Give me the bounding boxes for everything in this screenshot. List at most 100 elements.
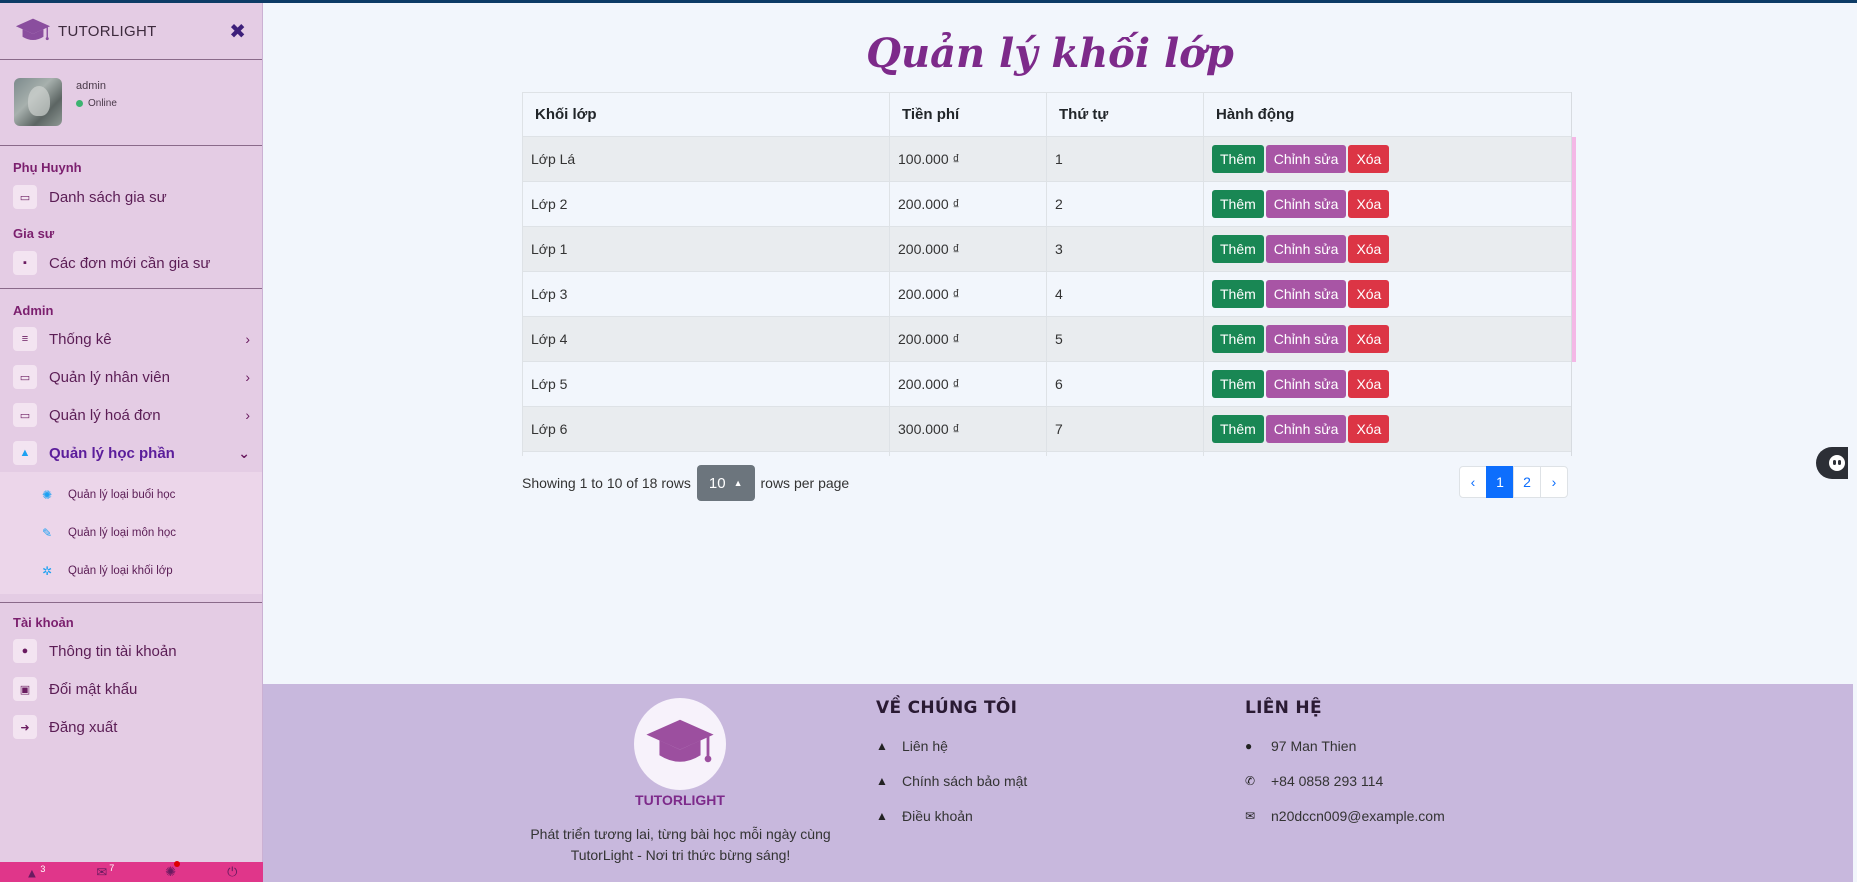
footer-address: ● 97 Man Thien bbox=[1245, 728, 1445, 763]
sidebar-item-doi-mat-khau[interactable]: ▣ Đổi mật khẩu bbox=[0, 670, 262, 708]
column-header-khoi-lop[interactable]: Khối lớp bbox=[522, 92, 890, 137]
cell-tien-phi: 100.000 ₫ bbox=[889, 136, 1047, 182]
page-next-button[interactable]: › bbox=[1540, 466, 1568, 498]
sidebar-item-danh-sach-gia-su[interactable]: ▭ Danh sách gia sư bbox=[0, 178, 262, 216]
sidebar-item-don-moi[interactable]: ▪ Các đơn mới cần gia sư bbox=[0, 244, 262, 282]
cell-actions: Thêm Chỉnh sửa Xóa bbox=[1203, 316, 1571, 362]
footer-contact: LIÊN HỆ ● 97 Man Thien ✆ +84 0858 293 114 … bbox=[1245, 698, 1445, 833]
cell-khoi-lop: Lớp 6 bbox=[522, 406, 890, 452]
edit-button[interactable]: Chỉnh sửa bbox=[1265, 145, 1347, 173]
submenu-item-loai-buoi-hoc[interactable]: ✺ Quản lý loại buổi học bbox=[0, 476, 262, 514]
delete-button[interactable]: Xóa bbox=[1348, 325, 1390, 353]
cell-thu-tu: 5 bbox=[1046, 316, 1204, 362]
rows-per-page-value: 10 bbox=[708, 474, 726, 492]
user-name: admin bbox=[76, 80, 106, 92]
cell-thu-tu: 2 bbox=[1046, 181, 1204, 227]
cell-actions: Thêm Chỉnh sửa Xóa bbox=[1203, 406, 1571, 452]
column-header-thu-tu[interactable]: Thứ tự bbox=[1046, 92, 1204, 137]
footer-link-chinh-sach[interactable]: ▲ Chính sách bảo mật bbox=[876, 763, 1027, 798]
table-row: Lớp 4 200.000 ₫ 5 Thêm Chỉnh sửa Xóa bbox=[522, 316, 1571, 362]
footer-email[interactable]: ✉ n20dccn009@example.com bbox=[1245, 798, 1445, 833]
delete-button[interactable]: Xóa bbox=[1348, 235, 1390, 263]
cell-tien-phi: 200.000 ₫ bbox=[889, 361, 1047, 407]
sidebar-item-quan-ly-hoc-phan[interactable]: ▲ Quản lý học phần ⌄ bbox=[0, 434, 262, 472]
cell-actions: Thêm Chỉnh sửa Xóa bbox=[1203, 361, 1571, 407]
user-status-label: Online bbox=[88, 98, 117, 109]
cell-tien-phi: 200.000 ₫ bbox=[889, 316, 1047, 362]
section-tai-khoan: Tài khoản bbox=[13, 615, 74, 630]
submenu-item-loai-khoi-lop[interactable]: ✲ Quản lý loại khối lớp bbox=[0, 552, 262, 590]
envelope-icon[interactable]: ✉ 7 bbox=[96, 863, 114, 880]
column-header-hanh-dong: Hành động bbox=[1203, 92, 1571, 137]
sidebar-bottom-bar: ▲ 3 ✉ 7 ✺ ⏻ bbox=[0, 861, 263, 882]
sidebar-item-label: Đăng xuất bbox=[49, 718, 118, 736]
edit-button[interactable]: Chỉnh sửa bbox=[1265, 370, 1347, 398]
footer-brand: TUTORLIGHT bbox=[635, 792, 725, 808]
edit-button[interactable]: Chỉnh sửa bbox=[1265, 280, 1347, 308]
footer-slogan-line2: TutorLight - Nơi tri thức bừng sáng! bbox=[570, 847, 791, 863]
add-button[interactable]: Thêm bbox=[1212, 415, 1264, 443]
add-button[interactable]: Thêm bbox=[1212, 235, 1264, 263]
sidebar-item-label: Thông tin tài khoản bbox=[49, 642, 177, 660]
calendar-icon: ▪ bbox=[13, 251, 37, 275]
bell-icon[interactable]: ▲ 3 bbox=[25, 864, 45, 880]
add-button[interactable]: Thêm bbox=[1212, 190, 1264, 218]
avatar bbox=[14, 78, 62, 126]
rows-per-page-select[interactable]: 10 ▲ bbox=[696, 465, 755, 501]
table-scrollbar[interactable] bbox=[1572, 137, 1576, 362]
delete-button[interactable]: Xóa bbox=[1348, 370, 1390, 398]
page-prev-button[interactable]: ‹ bbox=[1459, 466, 1487, 498]
sidebar-brand[interactable]: TUTORLIGHT ✖ bbox=[0, 3, 262, 60]
section-gia-su: Gia sư bbox=[13, 226, 55, 241]
cell-actions: Thêm Chỉnh sửa Xóa bbox=[1203, 181, 1571, 227]
chevron-right-icon: › bbox=[245, 331, 250, 347]
delete-button[interactable]: Xóa bbox=[1348, 280, 1390, 308]
submenu-item-loai-mon-hoc[interactable]: ✎ Quản lý loại môn học bbox=[0, 514, 262, 552]
sidebar-item-thong-tin-tai-khoan[interactable]: ● Thông tin tài khoản bbox=[0, 632, 262, 670]
section-phu-huynh: Phụ Huynh bbox=[13, 160, 82, 175]
message-count: 7 bbox=[109, 863, 115, 874]
edit-button[interactable]: Chỉnh sửa bbox=[1265, 235, 1347, 263]
cell-khoi-lop: Lớp 4 bbox=[522, 316, 890, 362]
chatbot-icon bbox=[1828, 455, 1845, 471]
footer-logo bbox=[634, 698, 726, 790]
cell-thu-tu: 4 bbox=[1046, 271, 1204, 317]
cell-tien-phi: 200.000 ₫ bbox=[889, 271, 1047, 317]
sidebar-item-quan-ly-nhan-vien[interactable]: ▭ Quản lý nhân viên › bbox=[0, 358, 262, 396]
settings-badge bbox=[174, 861, 181, 867]
sidebar-item-label: Các đơn mới cần gia sư bbox=[49, 254, 211, 272]
power-icon[interactable]: ⏻ bbox=[227, 864, 237, 880]
chevron-down-icon: ⌄ bbox=[238, 444, 250, 461]
edit-button[interactable]: Chỉnh sửa bbox=[1265, 415, 1347, 443]
rows-per-page-label: rows per page bbox=[760, 475, 850, 491]
table-header-row: Khối lớp Tiền phí Thứ tự Hành động bbox=[522, 92, 1571, 137]
page-button-2[interactable]: 2 bbox=[1513, 466, 1541, 498]
column-header-tien-phi[interactable]: Tiền phí bbox=[889, 92, 1047, 137]
add-button[interactable]: Thêm bbox=[1212, 325, 1264, 353]
add-button[interactable]: Thêm bbox=[1212, 280, 1264, 308]
delete-button[interactable]: Xóa bbox=[1348, 415, 1390, 443]
footer-link-label: Chính sách bảo mật bbox=[902, 772, 1028, 789]
page-button-1[interactable]: 1 bbox=[1486, 466, 1514, 498]
gears-icon: ✲ bbox=[41, 564, 53, 578]
close-icon[interactable]: ✖ bbox=[229, 19, 246, 44]
edit-button[interactable]: Chỉnh sửa bbox=[1265, 190, 1347, 218]
delete-button[interactable]: Xóa bbox=[1348, 190, 1390, 218]
cell-khoi-lop: Lớp 3 bbox=[522, 271, 890, 317]
footer-link-dieu-khoan[interactable]: ▲ Điều khoản bbox=[876, 798, 1027, 833]
edit-button[interactable]: Chỉnh sửa bbox=[1265, 325, 1347, 353]
sidebar-item-label: Danh sách gia sư bbox=[49, 188, 167, 206]
map-marker-icon: ● bbox=[1245, 738, 1253, 753]
sidebar-item-dang-xuat[interactable]: ➜ Đăng xuất bbox=[0, 708, 262, 746]
cell-thu-tu: 7 bbox=[1046, 406, 1204, 452]
add-button[interactable]: Thêm bbox=[1212, 145, 1264, 173]
sidebar-item-label: Quản lý nhân viên bbox=[49, 368, 170, 386]
cell-thu-tu: 3 bbox=[1046, 226, 1204, 272]
delete-button[interactable]: Xóa bbox=[1348, 145, 1390, 173]
add-button[interactable]: Thêm bbox=[1212, 370, 1264, 398]
gear-icon[interactable]: ✺ bbox=[165, 861, 181, 880]
footer-phone[interactable]: ✆ +84 0858 293 114 bbox=[1245, 763, 1445, 798]
sidebar-item-quan-ly-hoa-don[interactable]: ▭ Quản lý hoá đơn › bbox=[0, 396, 262, 434]
footer-link-lien-he[interactable]: ▲ Liên hệ bbox=[876, 728, 1027, 763]
sidebar-item-thong-ke[interactable]: ≡ Thống kê › bbox=[0, 320, 262, 358]
